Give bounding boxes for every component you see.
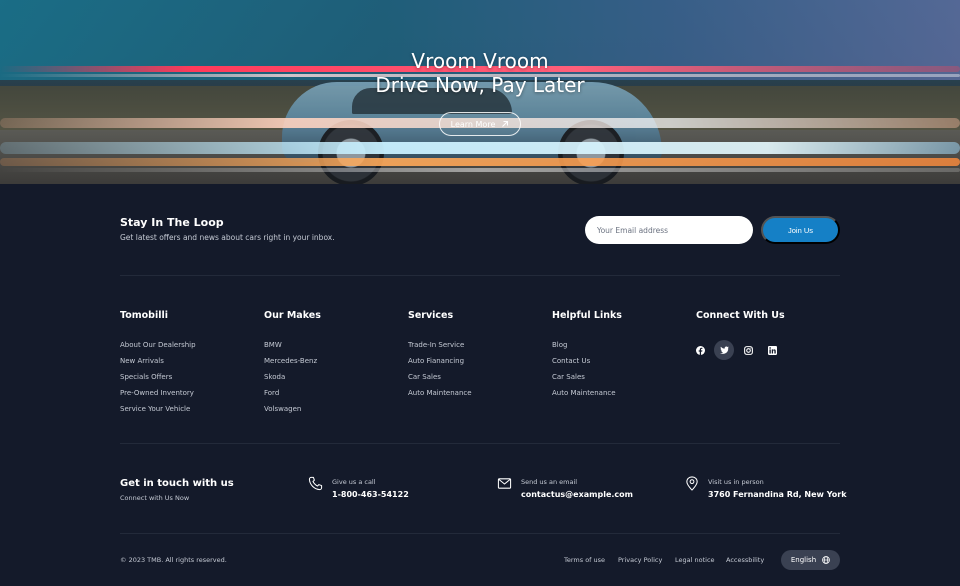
divider — [120, 533, 840, 534]
footer-column-tomobilli: Tomobilli About Our Dealership New Arriv… — [120, 310, 196, 420]
footer-link[interactable]: Skoda — [264, 372, 321, 388]
hero-subtitle: Drive Now, Pay Later — [375, 73, 585, 97]
footer-link[interactable]: Ford — [264, 388, 321, 404]
footer-link[interactable]: About Our Dealership — [120, 340, 196, 356]
footer-link[interactable]: Auto Maintenance — [408, 388, 472, 404]
language-label: English — [790, 556, 817, 564]
footer-link[interactable]: Blog — [552, 340, 622, 356]
column-title: Connect With Us — [696, 310, 785, 321]
email-input[interactable] — [585, 216, 753, 244]
phone-label: Give us a call — [332, 478, 376, 486]
light-streak — [0, 158, 960, 166]
globe-icon — [822, 556, 830, 564]
footer-link[interactable]: Car Sales — [552, 372, 622, 388]
join-us-button[interactable]: Join Us — [761, 216, 840, 244]
hero-banner: Vroom Vroom Drive Now, Pay Later Learn M… — [0, 0, 960, 184]
terms-link[interactable]: Terms of use — [564, 556, 605, 564]
contact-title: Get in touch with us — [120, 478, 234, 489]
privacy-link[interactable]: Privacy Policy — [618, 556, 662, 564]
footer-column-our-makes: Our Makes BMW Mercedes-Benz Skoda Ford V… — [264, 310, 321, 420]
map-pin-icon — [686, 476, 698, 491]
footer-link[interactable]: Mercedes-Benz — [264, 356, 321, 372]
learn-more-button[interactable]: Learn More — [439, 112, 521, 136]
legal-notice-link[interactable]: Legal notice — [675, 556, 715, 564]
footer-link[interactable]: Specials Offers — [120, 372, 196, 388]
arrow-up-right-icon — [502, 121, 509, 127]
address-label: Visit us in person — [708, 478, 764, 486]
newsletter-title: Stay In The Loop — [120, 216, 224, 229]
column-title: Our Makes — [264, 310, 321, 321]
footer-link[interactable]: Volswagen — [264, 404, 321, 420]
contact-address[interactable]: Visit us in person 3760 Fernandina Rd, N… — [685, 476, 847, 499]
footer-link[interactable]: Service Your Vehicle — [120, 404, 196, 420]
hero-title: Vroom Vroom — [411, 49, 549, 73]
email-label: Send us an email — [521, 478, 578, 486]
social-links — [690, 340, 786, 360]
phone-value: 1-800-463-54122 — [332, 490, 409, 499]
email-value: contactus@example.com — [521, 490, 634, 499]
light-streak — [0, 142, 960, 154]
facebook-icon[interactable] — [690, 340, 710, 360]
footer-link[interactable]: Auto Fianancing — [408, 356, 472, 372]
footer-link[interactable]: Trade-In Service — [408, 340, 472, 356]
contact-subtitle: Connect with Us Now — [120, 494, 190, 502]
instagram-icon[interactable] — [738, 340, 758, 360]
footer-column-connect: Connect With Us — [696, 310, 785, 340]
mail-icon — [497, 478, 512, 489]
footer-link[interactable]: Contact Us — [552, 356, 622, 372]
language-selector[interactable]: English — [781, 550, 840, 570]
divider — [120, 443, 840, 444]
footer-link[interactable]: New Arrivals — [120, 356, 196, 372]
accessibility-link[interactable]: Accessbility — [726, 556, 764, 564]
footer-link[interactable]: BMW — [264, 340, 321, 356]
contact-email[interactable]: Send us an email contactus@example.com — [497, 476, 633, 499]
footer-link[interactable]: Car Sales — [408, 372, 472, 388]
light-streak — [0, 168, 960, 172]
contact-phone[interactable]: Give us a call 1-800-463-54122 — [308, 476, 409, 499]
divider — [120, 275, 840, 276]
column-title: Helpful Links — [552, 310, 622, 321]
column-title: Services — [408, 310, 454, 321]
phone-icon — [308, 476, 323, 491]
footer-link[interactable]: Pre-Owned Inventory — [120, 388, 196, 404]
address-value: 3760 Fernandina Rd, New York — [708, 490, 847, 499]
copyright-text: © 2023 TMB. All rights reserved. — [120, 556, 227, 564]
twitter-icon[interactable] — [714, 340, 734, 360]
footer-column-services: Services Trade-In Service Auto Fianancin… — [408, 310, 472, 404]
column-title: Tomobilli — [120, 310, 168, 321]
footer-column-helpful-links: Helpful Links Blog Contact Us Car Sales … — [552, 310, 622, 404]
learn-more-label: Learn More — [450, 119, 496, 129]
newsletter-subtitle: Get latest offers and news about cars ri… — [120, 233, 335, 242]
footer-link[interactable]: Auto Maintenance — [552, 388, 622, 404]
linkedin-icon[interactable] — [762, 340, 782, 360]
